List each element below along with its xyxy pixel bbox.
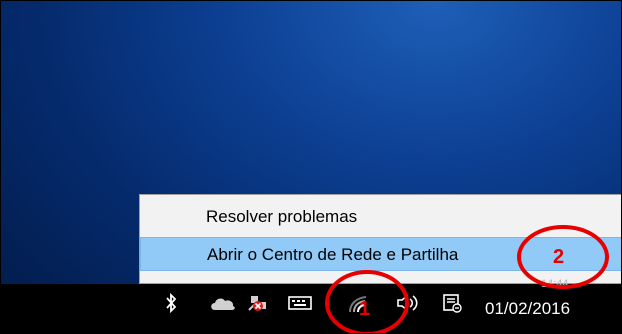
network-error-icon[interactable]	[247, 292, 271, 314]
onedrive-cloud-icon[interactable]	[209, 292, 237, 314]
taskbar: 14:44 01/02/2016	[1, 278, 621, 333]
action-center-icon[interactable]	[441, 292, 463, 314]
keyboard-icon[interactable]	[287, 292, 313, 314]
callout-label-1: 1	[359, 298, 371, 320]
bluetooth-icon[interactable]	[164, 292, 178, 314]
screenshot-frame: Resolver problemas Abrir o Centro de Red…	[0, 0, 622, 334]
clock-date[interactable]: 01/02/2016	[485, 299, 570, 319]
callout-label-2: 2	[553, 246, 565, 268]
